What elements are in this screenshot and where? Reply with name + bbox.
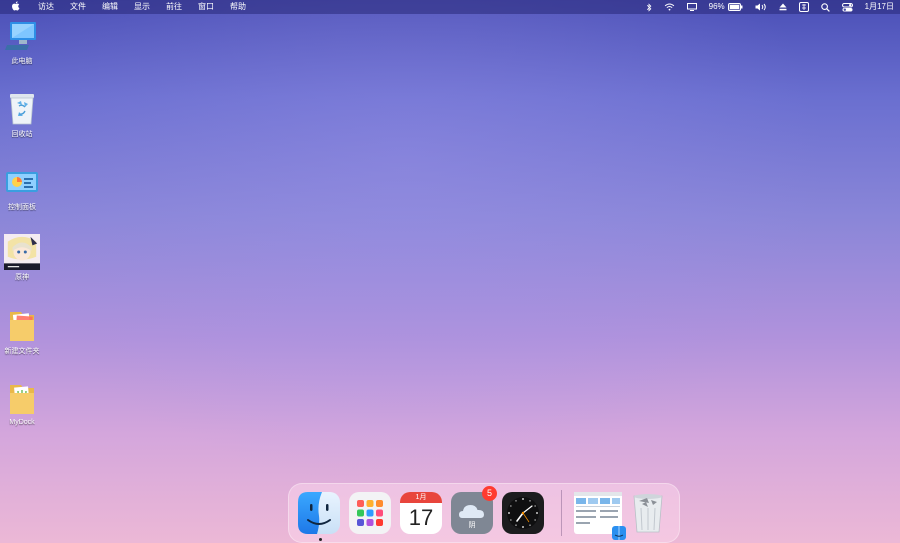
status-area: 96% 1月17日 xyxy=(640,0,900,14)
launchpad-icon xyxy=(357,500,383,526)
weather-condition: 阴 xyxy=(468,522,476,529)
input-method-icon[interactable] xyxy=(793,2,815,12)
clock-icon xyxy=(507,497,539,529)
finder-badge-icon xyxy=(612,526,626,540)
game-icon xyxy=(4,234,40,270)
desktop-icon-label: 此电脑 xyxy=(11,58,33,65)
battery-percent: 96% xyxy=(708,2,725,11)
desktop-icon-label: 控制面板 xyxy=(8,204,36,211)
notification-badge: 5 xyxy=(482,486,497,501)
desktop-icon-mydock[interactable]: MyDock xyxy=(0,381,47,426)
control-panel-icon xyxy=(4,164,40,200)
dock: 1月 17 阴 5 xyxy=(288,483,680,543)
menu-go[interactable]: 前往 xyxy=(158,0,190,14)
clock-text: 1月17日 xyxy=(864,2,894,11)
battery-status[interactable]: 96% xyxy=(703,0,749,14)
desktop-icon-new-folder[interactable]: 新建文件夹 xyxy=(0,308,47,356)
volume-icon[interactable] xyxy=(749,3,773,11)
desktop-icon-label: 回收站 xyxy=(11,131,33,138)
desktop-icon-control-panel[interactable]: 控制面板 xyxy=(0,164,47,212)
recycle-bin-icon xyxy=(4,91,40,127)
clock[interactable]: 1月17日 xyxy=(859,0,900,14)
folder-icon xyxy=(4,308,40,344)
menu-edit[interactable]: 编辑 xyxy=(94,0,126,14)
dock-minimized-window[interactable] xyxy=(574,492,626,540)
wifi-icon[interactable] xyxy=(658,3,681,11)
calendar-month: 1月 xyxy=(400,492,442,503)
dock-clock[interactable] xyxy=(502,492,544,534)
finder-icon xyxy=(298,492,340,534)
eject-icon[interactable] xyxy=(773,3,793,11)
search-icon[interactable] xyxy=(815,2,836,12)
dock-launchpad[interactable] xyxy=(349,492,391,534)
menu-left: 访达 文件 编辑 显示 前往 窗口 帮助 xyxy=(0,0,254,14)
menu-bar: 访达 文件 编辑 显示 前往 窗口 帮助 96% 1月17日 xyxy=(0,0,900,14)
folder-icon xyxy=(4,381,40,417)
menu-finder[interactable]: 访达 xyxy=(30,0,62,14)
menu-view[interactable]: 显示 xyxy=(126,0,158,14)
apple-icon[interactable] xyxy=(0,0,30,14)
trash-icon xyxy=(633,494,663,533)
control-center-icon[interactable] xyxy=(836,2,859,12)
running-indicator xyxy=(319,538,322,541)
desktop-icon-recycle-bin[interactable]: 回收站 xyxy=(0,91,47,139)
desktop-icon-label: 原神 xyxy=(15,274,29,281)
menu-file[interactable]: 文件 xyxy=(62,0,94,14)
dock-weather[interactable]: 阴 5 xyxy=(451,486,497,534)
display-icon[interactable] xyxy=(681,3,703,11)
dock-finder[interactable] xyxy=(298,492,340,534)
menu-help[interactable]: 帮助 xyxy=(222,0,254,14)
menu-window[interactable]: 窗口 xyxy=(190,0,222,14)
dock-divider xyxy=(561,490,562,536)
dock-trash[interactable] xyxy=(627,492,669,534)
calendar-day: 17 xyxy=(408,505,434,530)
desktop-icon-genshin[interactable]: 原神 xyxy=(0,234,47,282)
dock-calendar[interactable]: 1月 17 xyxy=(400,492,442,534)
desktop-icon-this-pc[interactable]: 此电脑 xyxy=(0,18,47,66)
computer-icon xyxy=(4,18,40,54)
desktop-icon-label: 新建文件夹 xyxy=(4,348,40,355)
desktop-icon-label: MyDock xyxy=(9,419,35,426)
battery-icon xyxy=(727,3,743,11)
bluetooth-icon[interactable] xyxy=(640,2,658,12)
